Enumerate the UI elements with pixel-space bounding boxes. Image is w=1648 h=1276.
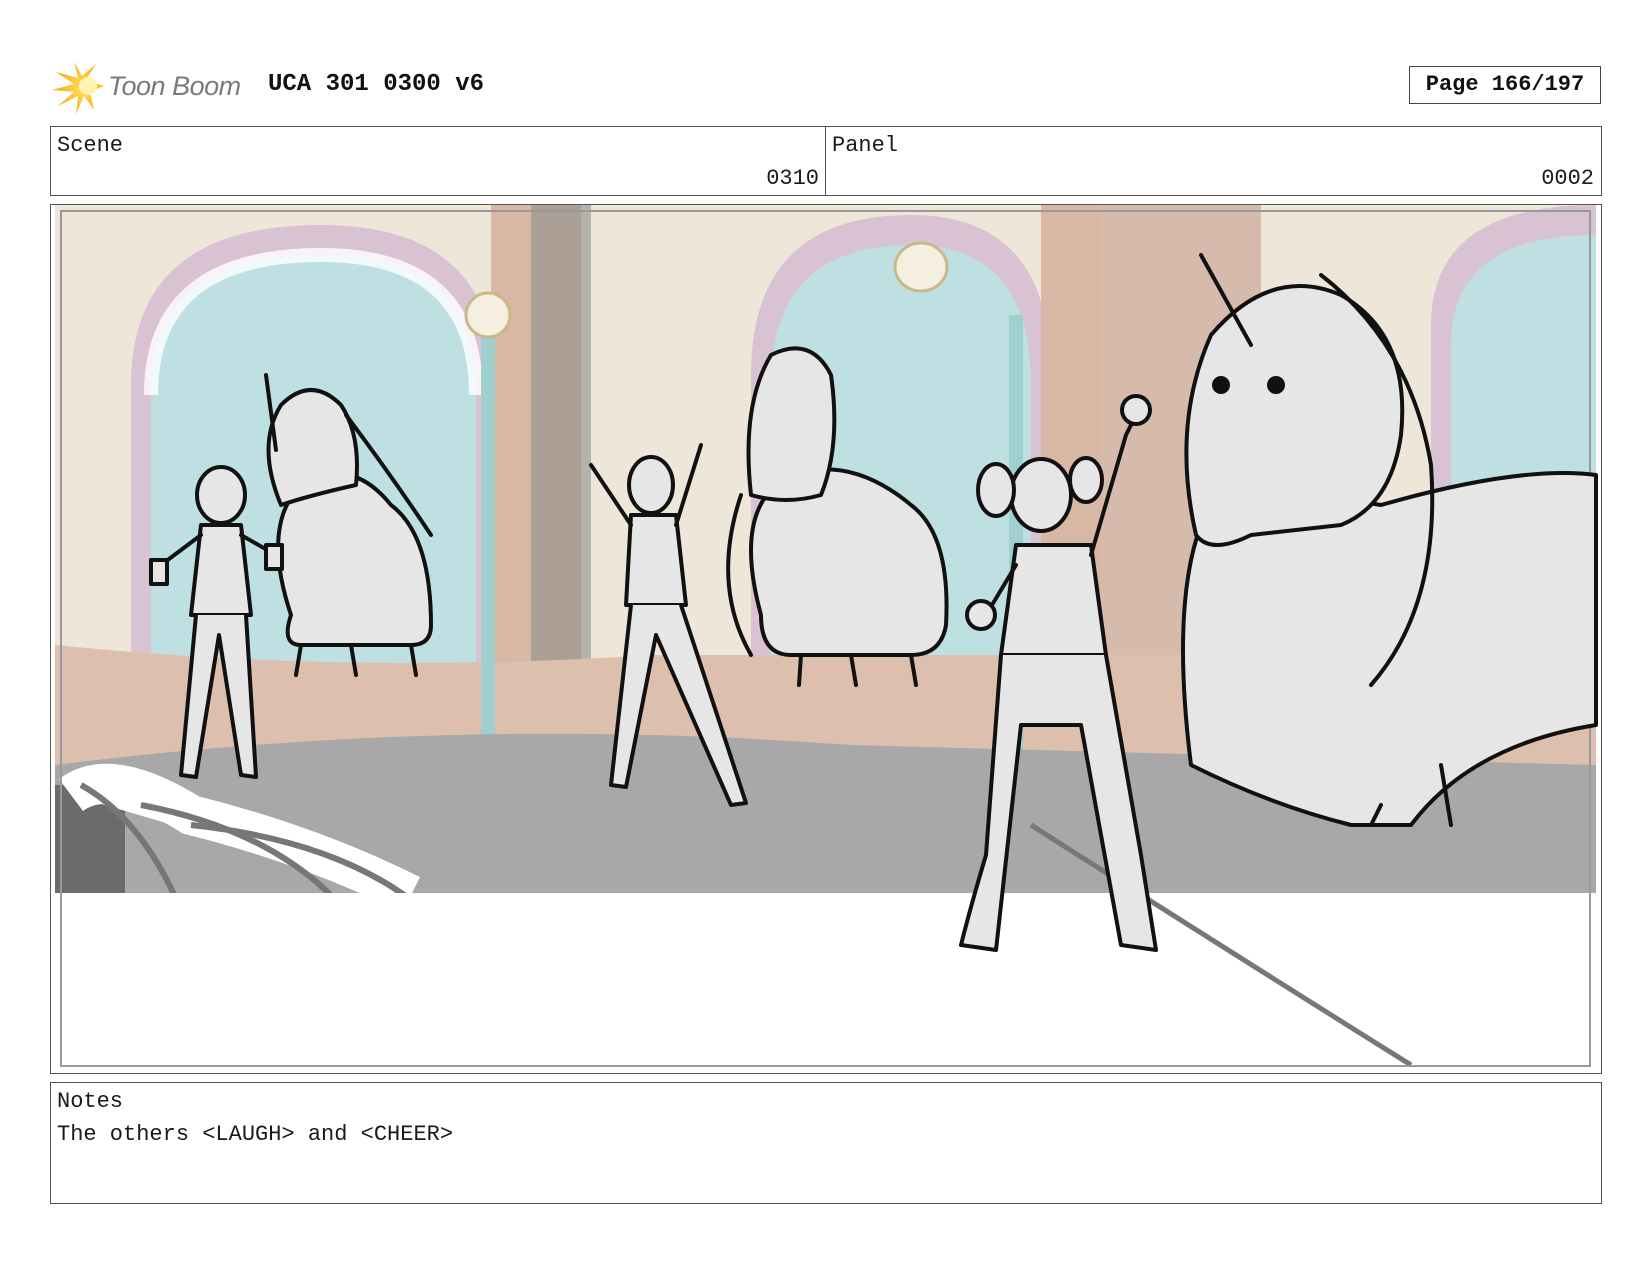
notes-label: Notes	[57, 1089, 124, 1114]
panel-cell: Panel 0002	[826, 127, 1600, 195]
scene-label: Scene	[57, 133, 124, 158]
storyboard-panel-frame	[50, 204, 1602, 1074]
starburst-icon	[52, 62, 104, 114]
storyboard-drawing	[55, 205, 1598, 1072]
page-indicator: Page 166/197	[1409, 66, 1601, 104]
scene-panel-info: Scene 0310 Panel 0002	[50, 126, 1602, 196]
logo-text: Toon Boom	[108, 71, 241, 101]
document-title: UCA 301 0300 v6	[268, 71, 485, 98]
page-header: Toon Boom UCA 301 0300 v6 Page 166/197	[52, 56, 1604, 116]
toon-boom-logo: Toon Boom	[52, 60, 247, 116]
panel-number: 0002	[1541, 166, 1594, 191]
notes-text: The others <LAUGH> and <CHEER>	[57, 1122, 454, 1147]
scene-number: 0310	[766, 166, 819, 191]
scene-cell: Scene 0310	[51, 127, 826, 195]
notes-box: Notes The others <LAUGH> and <CHEER>	[50, 1082, 1602, 1204]
panel-label: Panel	[832, 133, 899, 158]
lower-white-band	[55, 893, 1596, 1072]
